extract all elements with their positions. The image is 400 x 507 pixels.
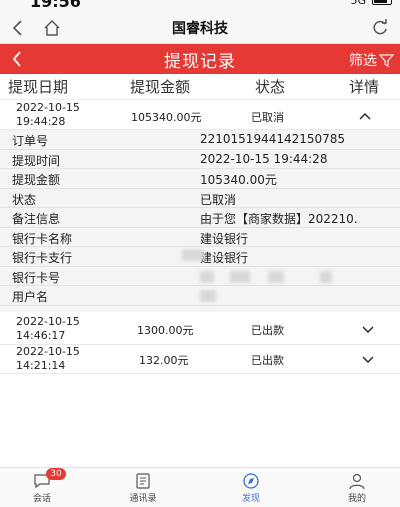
browser-title: 国睿科技 (172, 20, 228, 37)
col-detail: 详情 (349, 78, 380, 96)
record-amount: 105340.00元 (131, 111, 202, 124)
filter-button[interactable]: 筛选 (349, 50, 394, 70)
battery-icon (372, 0, 392, 5)
nav-contacts[interactable]: 通讯录 (118, 472, 168, 504)
redacted-block (200, 270, 214, 283)
browser-bar: 国睿科技 (0, 12, 400, 44)
record-date: 2022-10-15 14:21:14 (16, 345, 80, 372)
status-time: 19:56 (30, 0, 81, 11)
filter-icon (379, 53, 394, 67)
record-amount: 1300.00元 (137, 324, 194, 337)
table-header: 提现日期 提现金额 状态 详情 (0, 74, 400, 100)
col-status: 状态 (255, 78, 286, 96)
refresh-icon[interactable] (370, 18, 390, 38)
user-icon (349, 473, 365, 490)
chevron-up-icon[interactable] (357, 108, 373, 124)
header-back-icon[interactable] (6, 47, 30, 71)
detail-row-amount: 提现金额 105340.00元 (0, 169, 400, 189)
detail-row-bank-branch: 银行卡支行 建设银行 (0, 247, 400, 267)
col-date: 提现日期 (8, 78, 69, 96)
nav-chat[interactable]: 会话 30 (17, 468, 67, 504)
nav-chat-label: 会话 (32, 494, 51, 504)
chevron-down-icon[interactable] (360, 351, 376, 367)
nav-contacts-label: 通讯录 (129, 494, 157, 504)
record-detail-panel: 订单号 2210151944142150785 提现时间 2022-10-15 … (0, 130, 400, 312)
table-row[interactable]: 2022-10-15 14:21:14 132.00元 已出款 (0, 345, 400, 374)
redacted-block (200, 290, 216, 302)
nav-discover[interactable]: 发现 (226, 472, 276, 504)
status-bar: 19:56 5G (0, 0, 400, 12)
table-row[interactable]: 2022-10-15 14:46:17 1300.00元 已出款 (0, 313, 400, 345)
unread-badge: 30 (46, 468, 66, 480)
redacted-block (182, 249, 204, 261)
redacted-block (268, 270, 284, 283)
nav-profile-label: 我的 (347, 494, 366, 504)
bottom-nav: 会话 30 通讯录 发现 我的 (0, 467, 400, 507)
detail-row-remark: 备注信息 由于您【商家数据】202210. (0, 208, 400, 228)
detail-row-card-number: 银行卡号 (0, 267, 400, 286)
nav-discover-label: 发现 (241, 494, 260, 504)
detail-row-order: 订单号 2210151944142150785 (0, 130, 400, 150)
page-title: 提现记录 (164, 51, 236, 72)
chevron-down-icon[interactable] (360, 321, 376, 337)
nav-profile[interactable]: 我的 (332, 472, 382, 504)
redacted-block (230, 270, 250, 283)
record-status: 已出款 (251, 354, 284, 367)
contacts-icon (136, 473, 150, 489)
record-status: 已取消 (251, 111, 284, 124)
record-date: 2022-10-15 19:44:28 (16, 101, 80, 128)
record-date: 2022-10-15 14:46:17 (16, 315, 80, 342)
back-arrow-icon[interactable] (8, 18, 28, 38)
detail-row-bank-name: 银行卡名称 建设银行 (0, 228, 400, 247)
record-amount: 132.00元 (139, 354, 189, 367)
home-icon[interactable] (42, 18, 62, 38)
filter-label: 筛选 (349, 53, 377, 69)
compass-icon (243, 473, 259, 489)
network-label: 5G (350, 0, 366, 7)
detail-row-time: 提现时间 2022-10-15 19:44:28 (0, 150, 400, 169)
detail-row-status: 状态 已取消 (0, 189, 400, 208)
record-status: 已出款 (251, 324, 284, 337)
status-indicators: 5G (350, 0, 392, 7)
col-amount: 提现金额 (130, 78, 191, 96)
table-row[interactable]: 2022-10-15 19:44:28 105340.00元 已取消 (0, 100, 400, 130)
page-header: 提现记录 筛选 (0, 44, 400, 74)
detail-row-username: 用户名 (0, 286, 400, 306)
redacted-block (320, 270, 332, 283)
